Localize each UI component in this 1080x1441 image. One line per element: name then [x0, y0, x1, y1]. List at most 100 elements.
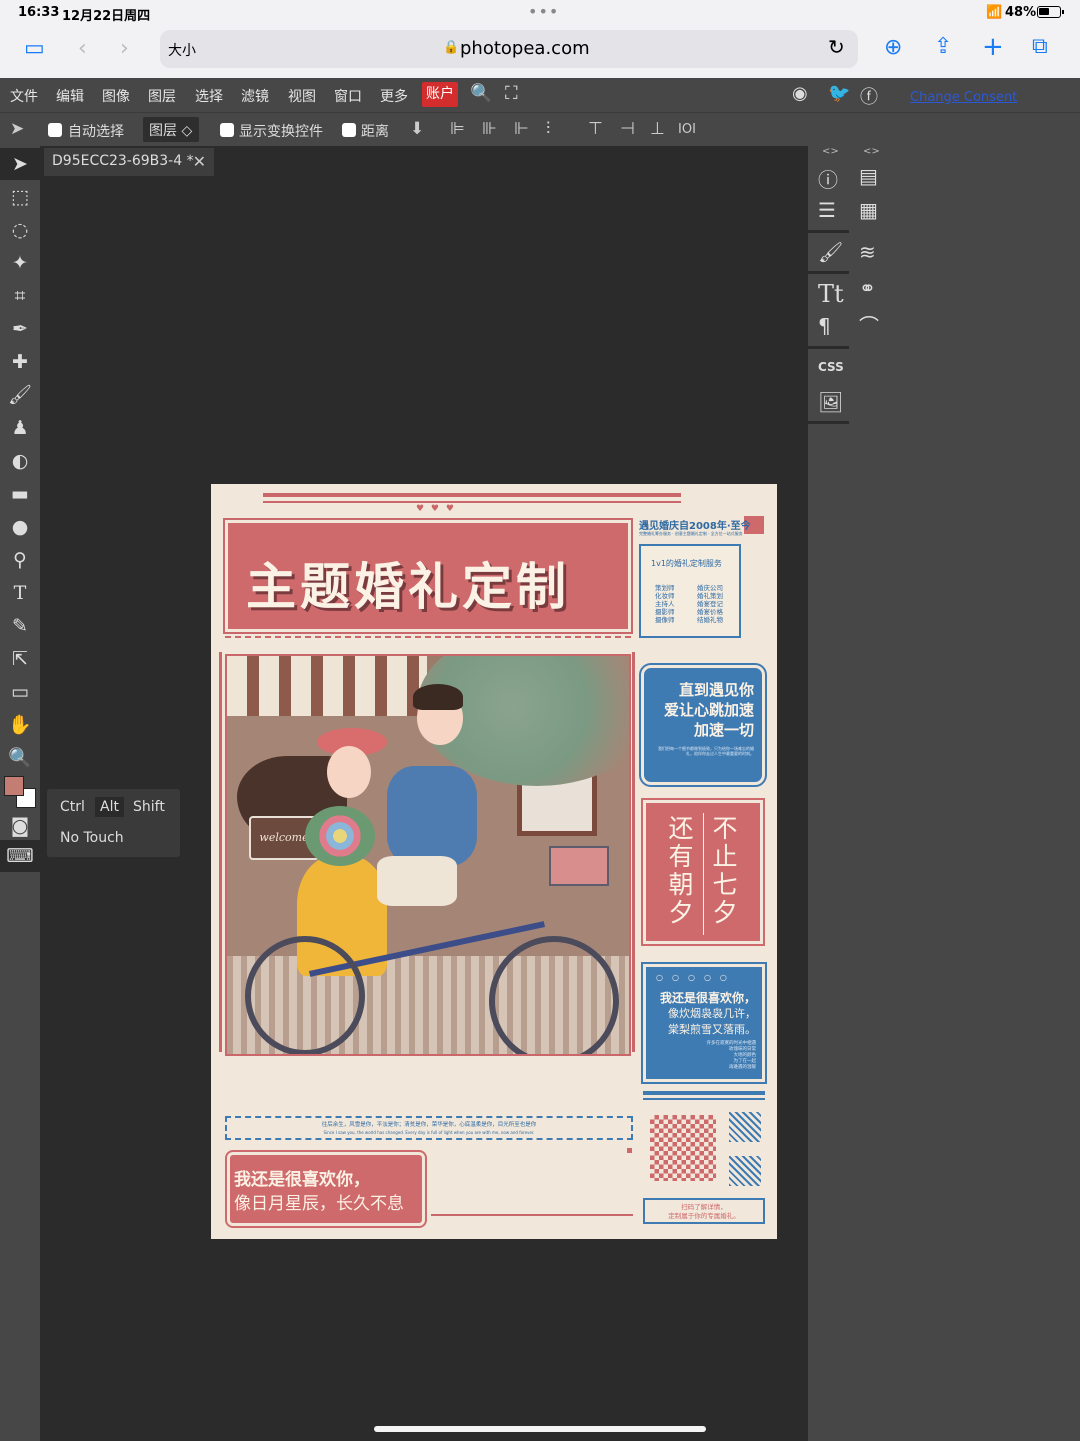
address-bar[interactable]: 大小 🔒 photopea.com ↻: [160, 30, 858, 68]
distribute-h-icon[interactable]: ⫶: [546, 119, 550, 139]
sidebar-icon[interactable]: ▭: [24, 36, 45, 61]
new-tab-icon[interactable]: +: [982, 32, 1004, 62]
multitask-dots-icon[interactable]: •••: [528, 2, 559, 21]
zoom-tool-icon[interactable]: 🔍: [0, 742, 40, 774]
brush-tool-icon[interactable]: 🖌: [0, 379, 40, 411]
menu-layer[interactable]: 图层: [148, 86, 176, 106]
ctrl-key[interactable]: Ctrl: [55, 797, 90, 817]
poster-illustration: welcome: [225, 654, 631, 1056]
lasso-tool-icon[interactable]: ◌: [0, 214, 40, 246]
collapse-left-icon[interactable]: <>: [822, 146, 839, 157]
lock-icon: 🔒: [443, 40, 460, 55]
photopea-app: 16:33 12月22日周四 ••• 📶 48% ▭ ‹ › 大小 🔒 phot…: [0, 0, 1080, 1441]
document-canvas[interactable]: ♥ ♥ ♥ 主题婚礼定制 遇见婚庆自2008年·至今 完整婚礼筹办服务 · 创意…: [211, 484, 777, 1239]
tabs-overview-icon[interactable]: ⧉: [1032, 34, 1048, 59]
url-text[interactable]: photopea.com: [460, 38, 590, 59]
red-col-divider: [703, 813, 704, 935]
panel-separator: [808, 230, 849, 233]
character-icon[interactable]: Tt: [818, 280, 844, 308]
layer-select-dropdown[interactable]: 图层 ◇: [143, 117, 199, 142]
path-select-icon[interactable]: ⇱: [0, 643, 40, 675]
menu-file[interactable]: 文件: [10, 86, 38, 106]
pen-tool-icon[interactable]: ✎: [0, 610, 40, 642]
info-icon[interactable]: ⓘ: [818, 164, 838, 193]
distribute-v-icon[interactable]: ΙΟΙ: [678, 122, 696, 137]
paths-icon[interactable]: ⌒: [859, 310, 879, 339]
twitter-icon[interactable]: 🐦: [828, 83, 850, 104]
dodge-tool-icon[interactable]: ⚲: [0, 544, 40, 576]
account-button[interactable]: 账户: [422, 82, 458, 107]
illus-bouquet: [305, 806, 375, 866]
hand-tool-icon[interactable]: ✋: [0, 709, 40, 741]
type-tool-icon[interactable]: T: [0, 577, 40, 609]
menu-select[interactable]: 选择: [195, 86, 223, 106]
menu-image[interactable]: 图像: [102, 86, 130, 106]
shift-key[interactable]: Shift: [128, 797, 170, 817]
channels-icon[interactable]: ⚭: [859, 276, 876, 300]
download-icon[interactable]: ⊕: [884, 35, 902, 60]
paragraph-icon[interactable]: ¶: [818, 314, 831, 338]
poster-left-stripe: [219, 652, 222, 1052]
image-icon[interactable]: 🖼: [818, 390, 843, 414]
move-tool-icon: ➤: [10, 119, 25, 139]
forward-icon[interactable]: ›: [120, 36, 129, 61]
reload-icon[interactable]: ↻: [828, 35, 845, 59]
marquee-tool-icon[interactable]: ⬚: [0, 181, 40, 213]
move-tool-icon[interactable]: ➤: [0, 148, 40, 180]
ios-status-bar: 16:33 12月22日周四 ••• 📶 48%: [0, 0, 1080, 26]
healing-brush-icon[interactable]: ✚: [0, 346, 40, 378]
show-transform-checkbox[interactable]: [220, 123, 234, 137]
document-tab[interactable]: D95ECC23-69B3-4 * ✕: [44, 148, 214, 176]
align-center-icon[interactable]: ⊪: [482, 119, 497, 139]
share-icon[interactable]: ⇪: [934, 34, 952, 59]
illus-boy-shorts: [377, 856, 457, 906]
menu-view[interactable]: 视图: [288, 86, 316, 106]
bottom-line-2: 像日月星辰，长久不息: [234, 1194, 404, 1214]
fullscreen-icon[interactable]: ⛶: [505, 83, 518, 104]
collapse-right-icon[interactable]: <>: [863, 146, 880, 157]
align-bottom-icon[interactable]: ⊥: [650, 119, 665, 139]
blue-note-small: 许多在寂寞的时光中相遇 玫瑰味的日常 大地的颜色 为了在一起 再难遇的温暖: [706, 1041, 757, 1070]
facebook-icon[interactable]: ⓕ: [860, 83, 878, 109]
back-icon[interactable]: ‹: [78, 36, 87, 61]
eraser-tool-icon[interactable]: ◐: [0, 445, 40, 477]
brush-settings-icon[interactable]: 🖌: [818, 240, 843, 264]
alt-key[interactable]: Alt: [95, 797, 124, 817]
gradient-tool-icon[interactable]: ▬: [0, 478, 40, 510]
home-indicator[interactable]: [374, 1426, 706, 1432]
adjustments-icon[interactable]: ☰: [818, 198, 836, 222]
menu-filter[interactable]: 滤镜: [241, 86, 269, 106]
download-arrow-icon[interactable]: ⬇: [410, 119, 424, 139]
distance-checkbox[interactable]: [342, 123, 356, 137]
search-icon[interactable]: 🔍: [470, 83, 492, 104]
magic-wand-icon[interactable]: ✦: [0, 247, 40, 279]
eyedropper-icon[interactable]: ✒: [0, 313, 40, 345]
menu-window[interactable]: 窗口: [334, 86, 362, 106]
menu-more[interactable]: 更多: [380, 86, 408, 106]
change-consent-link[interactable]: Change Consent: [910, 90, 1017, 105]
foreground-color-swatch[interactable]: [4, 776, 24, 796]
stamp-tool-icon[interactable]: ♟: [0, 412, 40, 444]
illus-wheel-front: [489, 936, 619, 1054]
align-middle-icon[interactable]: ⊣: [620, 119, 635, 139]
no-touch-option[interactable]: No Touch: [60, 830, 124, 846]
menu-edit[interactable]: 编辑: [56, 86, 84, 106]
blur-tool-icon[interactable]: ●: [0, 511, 40, 543]
text-size-button[interactable]: 大小: [168, 40, 196, 60]
close-tab-icon[interactable]: ✕: [193, 152, 206, 171]
keyboard-icon[interactable]: ⌨: [0, 840, 40, 872]
css-icon[interactable]: CSS: [818, 360, 844, 374]
align-left-icon[interactable]: ⊫: [450, 119, 465, 139]
status-date: 12月22日周四: [62, 9, 151, 24]
align-top-icon[interactable]: ⊤: [588, 119, 603, 139]
align-right-icon[interactable]: ⊩: [514, 119, 529, 139]
right-panel-area: [890, 146, 1080, 1441]
layers-icon[interactable]: ≋: [859, 240, 876, 264]
quick-mask-icon[interactable]: ◙: [0, 810, 40, 842]
crop-tool-icon[interactable]: ⌗: [0, 280, 40, 312]
swatches-icon[interactable]: ▦: [859, 198, 878, 222]
history-icon[interactable]: ▤: [859, 164, 878, 188]
reddit-icon[interactable]: ◉: [792, 83, 808, 104]
auto-select-checkbox[interactable]: [48, 123, 62, 137]
shape-tool-icon[interactable]: ▭: [0, 676, 40, 708]
